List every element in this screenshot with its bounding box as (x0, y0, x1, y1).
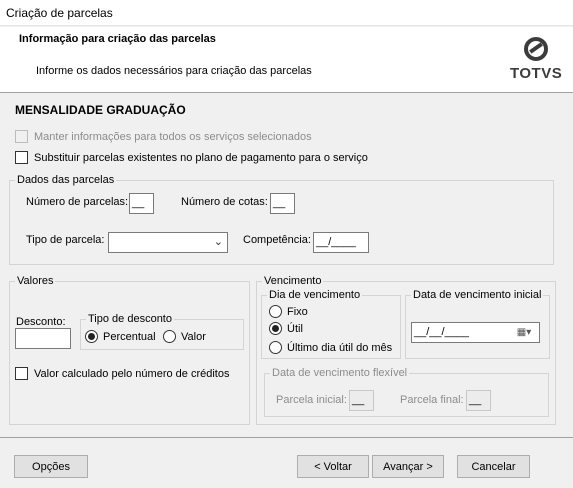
header-subtitle: Informe os dados necessários para criaçã… (36, 65, 312, 77)
replace-label: Substituir parcelas existentes no plano … (34, 151, 368, 164)
data-inicial-value: __/__/____ (414, 326, 470, 338)
valor-label: Valor (181, 330, 206, 343)
dados-parcelas-group: Dados das parcelas (9, 174, 554, 265)
checkbox-box[interactable] (15, 130, 28, 143)
replace-checkbox[interactable]: Substituir parcelas existentes no plano … (15, 151, 368, 164)
checkbox-box[interactable] (15, 367, 28, 380)
tipo-desconto-legend: Tipo de desconto (88, 313, 172, 325)
avancar-button[interactable]: Avançar > (372, 455, 444, 478)
num-parcelas-label: Número de parcelas: (26, 196, 129, 208)
radio-circle[interactable] (269, 305, 282, 318)
calc-creditos-label: Valor calculado pelo número de créditos (34, 367, 230, 380)
wizard-header: Informação para criação das parcelas Inf… (0, 27, 573, 93)
totvs-logo: TOTVS (508, 35, 568, 85)
chevron-down-icon[interactable]: ⌄ (214, 235, 223, 248)
keep-info-checkbox[interactable]: Manter informações para todos os serviço… (15, 130, 312, 143)
radio-circle[interactable] (163, 330, 176, 343)
num-cotas-label: Número de cotas: (181, 196, 268, 208)
radio-circle[interactable] (269, 322, 282, 335)
checkbox-box[interactable] (15, 151, 28, 164)
calendar-icon[interactable]: ▦▾ (511, 325, 537, 340)
opcoes-button[interactable]: Opções (14, 455, 88, 478)
totvs-logo-icon (524, 37, 548, 61)
util-radio[interactable]: Útil (269, 322, 303, 335)
vencimento-flexivel-group: Data de vencimento flexível (264, 367, 549, 417)
voltar-button[interactable]: < Voltar (297, 455, 369, 478)
valores-legend: Valores (17, 275, 54, 287)
ultimo-dia-radio[interactable]: Último dia útil do mês (269, 341, 392, 354)
valor-radio[interactable]: Valor (163, 330, 206, 343)
percentual-label: Percentual (103, 330, 156, 343)
num-parcelas-input[interactable]: __ (129, 193, 154, 214)
dia-vencimento-legend: Dia de vencimento (269, 289, 361, 301)
title-bar: Criação de parcelas (0, 0, 573, 26)
util-label: Útil (287, 322, 303, 335)
section-title: MENSALIDADE GRADUAÇÃO (15, 103, 186, 117)
desconto-label: Desconto: (16, 316, 66, 328)
fixo-label: Fixo (287, 305, 308, 318)
data-inicial-input[interactable]: __/__/____ ▦▾ (411, 322, 540, 343)
totvs-logo-text: TOTVS (510, 65, 563, 82)
header-title: Informação para criação das parcelas (19, 33, 216, 45)
tipo-parcela-select[interactable]: ⌄ (108, 232, 228, 253)
vencimento-flexivel-legend: Data de vencimento flexível (272, 367, 408, 379)
desconto-input[interactable] (15, 328, 71, 349)
parcela-final-input[interactable]: __ (466, 390, 491, 411)
valores-group: Valores (9, 275, 250, 425)
parcela-final-label: Parcela final: (400, 394, 464, 406)
percentual-radio[interactable]: Percentual (85, 330, 156, 343)
data-inicial-legend: Data de vencimento inicial (413, 289, 542, 301)
num-cotas-input[interactable]: __ (270, 193, 295, 214)
competencia-input[interactable]: __/____ (313, 232, 369, 253)
window-title: Criação de parcelas (6, 6, 113, 20)
dados-parcelas-legend: Dados das parcelas (17, 174, 115, 186)
ultimo-dia-label: Último dia útil do mês (287, 341, 393, 354)
parcela-inicial-label: Parcela inicial: (276, 394, 347, 406)
competencia-label: Competência: (243, 234, 311, 246)
cancelar-button[interactable]: Cancelar (457, 455, 530, 478)
fixo-radio[interactable]: Fixo (269, 305, 308, 318)
vencimento-legend: Vencimento (264, 275, 322, 287)
tipo-parcela-label: Tipo de parcela: (26, 234, 105, 246)
calc-creditos-checkbox[interactable]: Valor calculado pelo número de créditos (15, 367, 229, 380)
radio-circle[interactable] (269, 341, 282, 354)
parcela-inicial-input[interactable]: __ (349, 390, 374, 411)
radio-circle[interactable] (85, 330, 98, 343)
keep-info-label: Manter informações para todos os serviço… (34, 130, 312, 143)
footer-divider (0, 437, 573, 438)
